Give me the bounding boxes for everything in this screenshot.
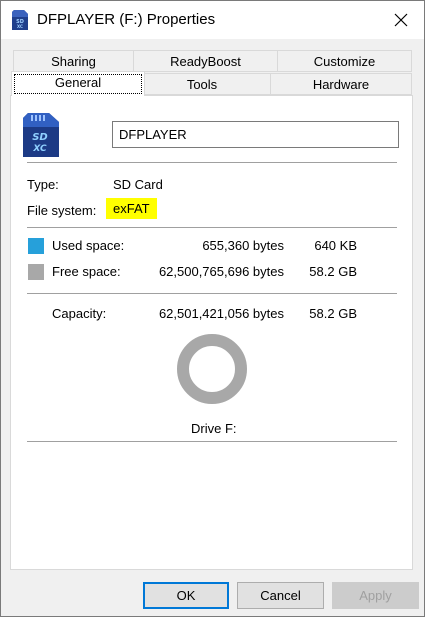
cancel-button[interactable]: Cancel <box>237 582 324 609</box>
free-space-bytes: 62,500,765,696 bytes <box>158 264 284 279</box>
drive-label: Drive F: <box>191 421 237 436</box>
window-title: DFPLAYER (F:) Properties <box>37 11 216 28</box>
capacity-label: Capacity: <box>52 306 107 321</box>
svg-text:SD: SD <box>32 132 48 143</box>
apply-button[interactable]: Apply <box>332 582 419 609</box>
sdxc-card-icon: SD XC <box>12 10 28 30</box>
svg-text:XC: XC <box>32 144 47 154</box>
used-space-bytes: 655,360 bytes <box>202 238 284 253</box>
tab-readyboost[interactable]: ReadyBoost <box>133 50 278 72</box>
svg-text:XC: XC <box>17 24 23 29</box>
separator <box>27 227 397 228</box>
separator <box>27 162 397 163</box>
sdxc-card-icon: SD XC <box>23 113 59 157</box>
tab-label: ReadyBoost <box>170 54 241 69</box>
type-value: SD Card <box>113 177 163 192</box>
general-panel <box>10 95 413 570</box>
free-space-label: Free space: <box>52 264 121 279</box>
tab-hardware[interactable]: Hardware <box>270 73 412 95</box>
file-system-value: exFAT <box>106 198 157 219</box>
tab-label: General <box>54 75 102 90</box>
ok-button[interactable]: OK <box>143 582 229 609</box>
free-space-ring <box>177 334 247 404</box>
tab-label: Tools <box>186 77 218 92</box>
used-space-size: 640 KB <box>314 238 357 253</box>
close-icon <box>394 13 408 27</box>
tab-label: Sharing <box>51 54 96 69</box>
capacity-bytes: 62,501,421,056 bytes <box>158 306 284 321</box>
tab-customize[interactable]: Customize <box>277 50 412 72</box>
tab-general[interactable]: General <box>11 71 145 96</box>
tab-label: Customize <box>313 54 376 69</box>
type-label: Type: <box>27 177 59 192</box>
used-space-swatch <box>28 238 44 254</box>
usage-donut-chart <box>177 334 247 404</box>
file-system-label: File system: <box>27 203 97 218</box>
separator <box>27 441 397 442</box>
close-button[interactable] <box>378 1 424 39</box>
volume-name-input[interactable] <box>112 121 399 148</box>
tab-label: Hardware <box>312 77 370 92</box>
title-bar[interactable]: SD XC DFPLAYER (F:) Properties <box>1 1 424 39</box>
separator <box>27 293 397 294</box>
free-space-swatch <box>28 264 44 280</box>
capacity-size: 58.2 GB <box>309 306 357 321</box>
used-space-label: Used space: <box>52 238 125 253</box>
free-space-size: 58.2 GB <box>309 264 357 279</box>
properties-window: SD XC DFPLAYER (F:) Properties Sharing R… <box>0 0 425 617</box>
tab-tools[interactable]: Tools <box>133 73 271 95</box>
tab-sharing[interactable]: Sharing <box>13 50 134 72</box>
